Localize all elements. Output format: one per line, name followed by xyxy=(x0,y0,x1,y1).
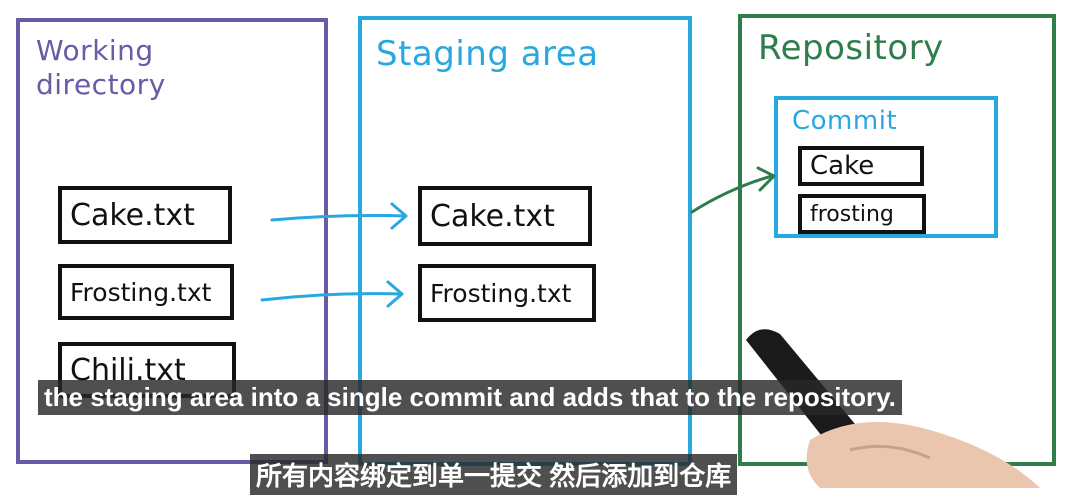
commit-item-frosting: frosting xyxy=(798,194,926,234)
working-file-cake: Cake.txt xyxy=(58,186,232,244)
commit-title: Commit xyxy=(792,106,898,136)
commit-item-cake: Cake xyxy=(798,146,924,186)
staging-file-cake: Cake.txt xyxy=(418,186,592,246)
working-directory-title-line1: Working xyxy=(36,34,154,67)
working-directory-title-line2: directory xyxy=(36,68,166,101)
working-file-frosting: Frosting.txt xyxy=(58,264,234,320)
repository-title: Repository xyxy=(758,28,944,68)
subtitle-chinese: 所有内容绑定到单一提交 然后添加到仓库 xyxy=(250,454,738,495)
staging-file-frosting: Frosting.txt xyxy=(418,264,596,322)
subtitle-english: the staging area into a single commit an… xyxy=(38,380,902,415)
staging-area-title: Staging area xyxy=(376,34,599,74)
